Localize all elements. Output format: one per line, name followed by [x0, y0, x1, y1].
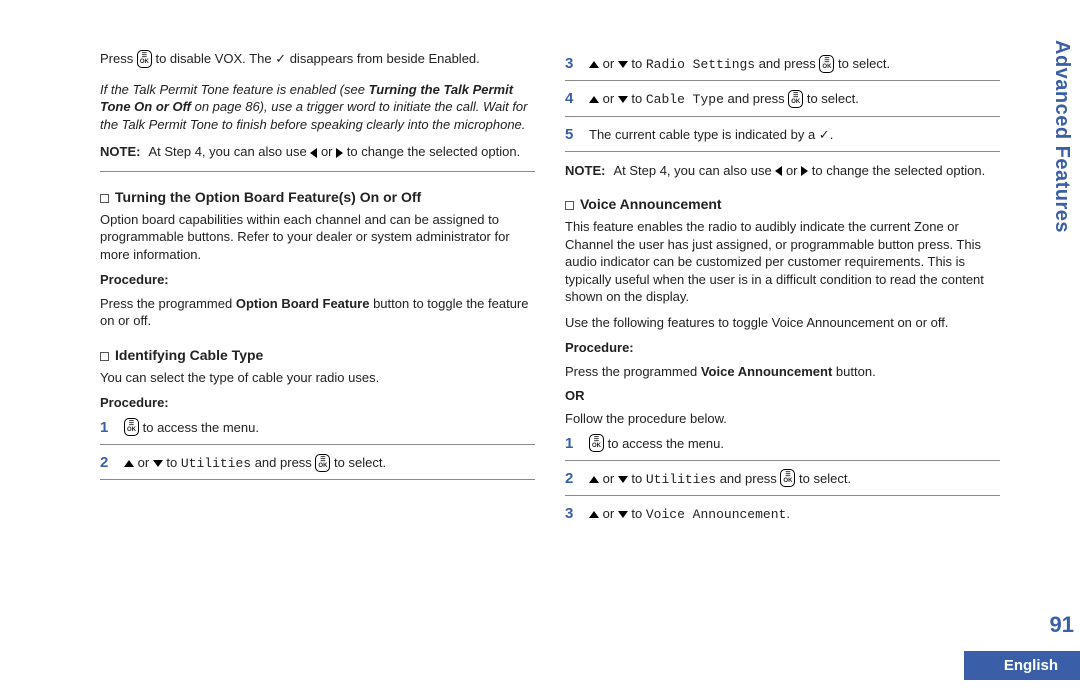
note-body: At Step 4, you can also use or to change… — [148, 143, 535, 161]
step-body: The current cable type is indicated by a… — [589, 125, 1000, 144]
page-number: 91 — [1050, 612, 1074, 638]
up-arrow-icon — [589, 511, 599, 518]
left-column: Press to disable VOX. The ✓ disappears f… — [100, 50, 535, 630]
step-row: 3 or to Voice Announcement. — [565, 504, 1000, 524]
check-icon: ✓ — [275, 51, 286, 66]
separator — [565, 151, 1000, 152]
down-arrow-icon — [618, 96, 628, 103]
down-arrow-icon — [618, 511, 628, 518]
step-number: 5 — [565, 125, 579, 145]
separator — [565, 116, 1000, 117]
up-arrow-icon — [589, 476, 599, 483]
procedure-label: Procedure: — [100, 271, 535, 289]
section-marker-icon — [565, 201, 574, 210]
down-arrow-icon — [618, 61, 628, 68]
heading-voice-announcement: Voice Announcement — [565, 195, 1000, 214]
separator — [100, 444, 535, 445]
ok-key-icon — [819, 55, 834, 73]
step-number: 1 — [565, 434, 579, 454]
step-number: 4 — [565, 89, 579, 109]
ok-key-icon — [137, 50, 152, 68]
step-row: 4 or to Cable Type and press to select. — [565, 89, 1000, 109]
procedure-label: Procedure: — [565, 339, 1000, 357]
vox-disable-text: Press to disable VOX. The ✓ disappears f… — [100, 50, 535, 69]
talk-permit-note: If the Talk Permit Tone feature is enabl… — [100, 81, 535, 134]
or-label: OR — [565, 387, 1000, 405]
note-body: At Step 4, you can also use or to change… — [613, 162, 1000, 180]
step-body: or to Voice Announcement. — [589, 504, 1000, 524]
step-row: 5 The current cable type is indicated by… — [565, 125, 1000, 145]
note-block: NOTE: At Step 4, you can also use or to … — [565, 162, 1000, 180]
note-label: NOTE: — [565, 162, 605, 180]
step-number: 2 — [565, 469, 579, 489]
ok-key-icon — [124, 418, 139, 436]
step-body: or to Utilities and press to select. — [124, 453, 535, 473]
separator — [100, 479, 535, 480]
step-row: 1 to access the menu. — [565, 434, 1000, 454]
section-marker-icon — [100, 194, 109, 203]
separator — [565, 460, 1000, 461]
step-body: or to Utilities and press to select. — [589, 469, 1000, 489]
side-tab: Advanced Features — [1044, 30, 1080, 243]
ok-key-icon — [315, 454, 330, 472]
ok-key-icon — [780, 469, 795, 487]
step-body: to access the menu. — [124, 418, 535, 438]
up-arrow-icon — [589, 61, 599, 68]
note-block: NOTE: At Step 4, you can also use or to … — [100, 143, 535, 161]
procedure-label: Procedure: — [100, 394, 535, 412]
heading-cable-type: Identifying Cable Type — [100, 346, 535, 365]
check-icon: ✓ — [819, 127, 830, 142]
step-number: 1 — [100, 418, 114, 438]
voice-desc-1: This feature enables the radio to audibl… — [565, 218, 1000, 306]
option-board-procedure: Press the programmed Option Board Featur… — [100, 295, 535, 330]
cable-type-desc: You can select the type of cable your ra… — [100, 369, 535, 387]
separator — [565, 495, 1000, 496]
step-row: 2 or to Utilities and press to select. — [100, 453, 535, 473]
step-body: or to Cable Type and press to select. — [589, 89, 1000, 109]
separator — [100, 171, 535, 172]
step-row: 1 to access the menu. — [100, 418, 535, 438]
step-row: 2 or to Utilities and press to select. — [565, 469, 1000, 489]
up-arrow-icon — [124, 460, 134, 467]
voice-desc-2: Use the following features to toggle Voi… — [565, 314, 1000, 332]
ok-key-icon — [788, 90, 803, 108]
note-label: NOTE: — [100, 143, 140, 161]
section-marker-icon — [100, 352, 109, 361]
page-body: Press to disable VOX. The ✓ disappears f… — [0, 0, 1080, 650]
step-number: 3 — [565, 54, 579, 74]
down-arrow-icon — [153, 460, 163, 467]
ok-key-icon — [589, 434, 604, 452]
step-body: or to Radio Settings and press to select… — [589, 54, 1000, 74]
right-column: 3 or to Radio Settings and press to sele… — [565, 50, 1000, 630]
voice-procedure-press: Press the programmed Voice Announcement … — [565, 363, 1000, 381]
heading-option-board: Turning the Option Board Feature(s) On o… — [100, 188, 535, 207]
voice-procedure-follow: Follow the procedure below. — [565, 410, 1000, 428]
step-number: 3 — [565, 504, 579, 524]
step-row: 3 or to Radio Settings and press to sele… — [565, 54, 1000, 74]
up-arrow-icon — [589, 96, 599, 103]
chapter-title: Advanced Features — [1044, 30, 1079, 243]
language-tab: English — [960, 651, 1080, 680]
step-body: to access the menu. — [589, 434, 1000, 454]
separator — [565, 80, 1000, 81]
step-number: 2 — [100, 453, 114, 473]
option-board-desc: Option board capabilities within each ch… — [100, 211, 535, 264]
down-arrow-icon — [618, 476, 628, 483]
